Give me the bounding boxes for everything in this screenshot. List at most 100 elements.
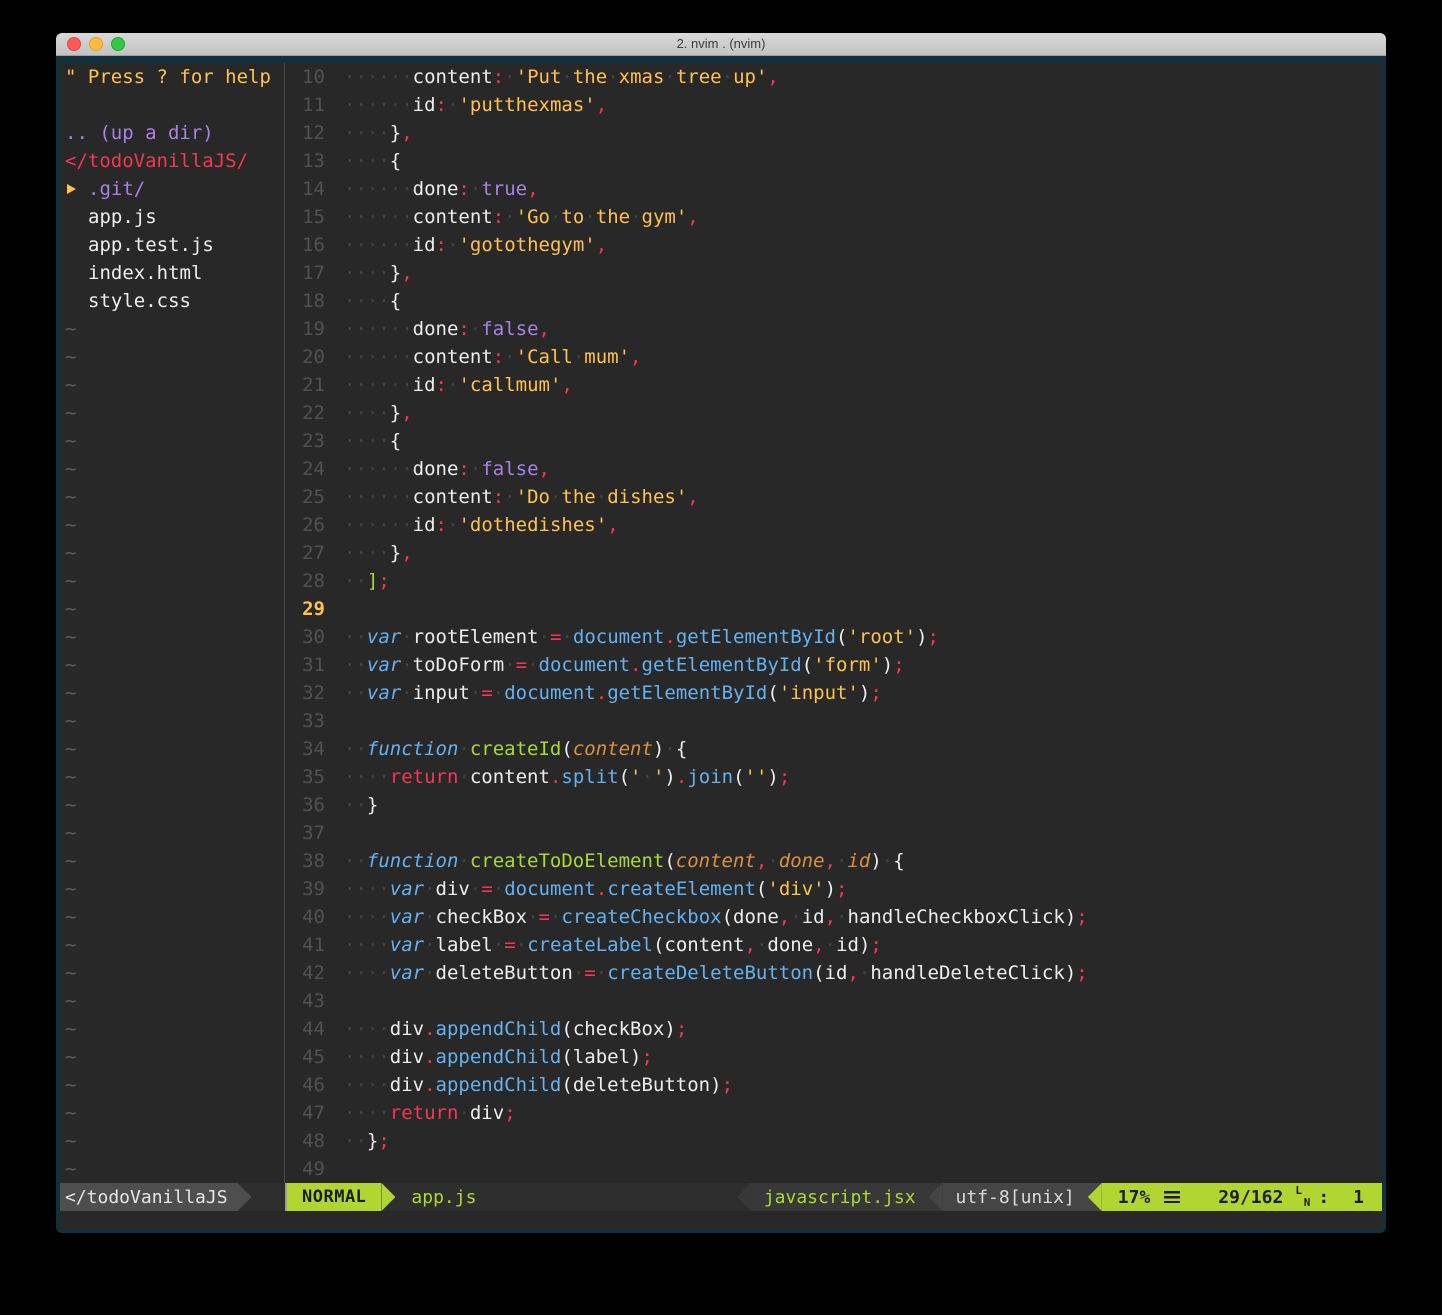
code-text: ····var·div·=·document.createElement('di… (344, 875, 847, 903)
minimize-button[interactable] (89, 37, 103, 51)
code-text: ····return·div; (344, 1099, 516, 1127)
statusline-colon: : (1318, 1187, 1329, 1208)
empty-line-tilde: ~ (60, 735, 284, 763)
line-number: 22 (285, 399, 325, 427)
tree-item-file[interactable]: app.js (60, 203, 284, 231)
code-line[interactable]: 33 (285, 707, 1382, 735)
code-text: ······done:·false, (344, 315, 550, 343)
empty-line-tilde: ~ (60, 1099, 284, 1127)
tree-expand-icon[interactable] (67, 184, 76, 194)
code-text: ······id:·'callmum', (344, 371, 573, 399)
line-number: 39 (285, 875, 325, 903)
code-line[interactable]: 48··}; (285, 1127, 1382, 1155)
line-number: 19 (285, 315, 325, 343)
code-text: ····}, (344, 539, 413, 567)
code-line[interactable]: 15······content:·'Go·to·the·gym', (285, 203, 1382, 231)
tree-item-root[interactable]: </todoVanillaJS/ (60, 147, 284, 175)
code-line[interactable]: 49 (285, 1155, 1382, 1183)
empty-line-tilde: ~ (60, 595, 284, 623)
tree-item-file[interactable]: index.html (60, 259, 284, 287)
powerline-arrow-icon (1088, 1183, 1102, 1211)
statusline-position: 29/162 (1218, 1187, 1283, 1208)
code-line[interactable]: 36··} (285, 791, 1382, 819)
empty-line-tilde: ~ (60, 1015, 284, 1043)
code-line[interactable]: 44····div.appendChild(checkBox); (285, 1015, 1382, 1043)
line-number: 44 (285, 1015, 325, 1043)
line-number: 37 (285, 819, 325, 847)
tree-item-blank (60, 91, 284, 119)
code-text: ····}, (344, 119, 413, 147)
nerdtree-sidebar: " Press ? for help.. (up a dir)</todoVan… (60, 63, 284, 1183)
code-line[interactable]: 35····return·content.split('·').join('')… (285, 763, 1382, 791)
code-line[interactable]: 22····}, (285, 399, 1382, 427)
line-number: 47 (285, 1099, 325, 1127)
empty-line-tilde: ~ (60, 371, 284, 399)
tree-item-updir[interactable]: .. (up a dir) (60, 119, 284, 147)
code-line[interactable]: 23····{ (285, 427, 1382, 455)
line-number: 11 (285, 91, 325, 119)
code-text: ······content:·'Go·to·the·gym', (344, 203, 699, 231)
code-text: ······done:·false, (344, 455, 550, 483)
code-line[interactable]: 46····div.appendChild(deleteButton); (285, 1071, 1382, 1099)
editor-buffer[interactable]: 10······content:·'Put·the·xmas·tree·up',… (285, 63, 1382, 1183)
code-line[interactable]: 41····var·label·=·createLabel(content,·d… (285, 931, 1382, 959)
code-text: ····return·content.split('·').join(''); (344, 763, 790, 791)
line-number: 49 (285, 1155, 325, 1183)
tree-item-file[interactable]: app.test.js (60, 231, 284, 259)
statusline: </todoVanillaJS NORMAL app.js javascript… (60, 1183, 1382, 1211)
line-number: 45 (285, 1043, 325, 1071)
zoom-button[interactable] (111, 37, 125, 51)
code-line[interactable]: 20······content:·'Call·mum', (285, 343, 1382, 371)
empty-line-tilde: ~ (60, 1155, 284, 1183)
statusline-position-segment: 17% 29/162 LN : 1 (1102, 1183, 1382, 1211)
code-line[interactable]: 37 (285, 819, 1382, 847)
code-line[interactable]: 10······content:·'Put·the·xmas·tree·up', (285, 63, 1382, 91)
code-text: ····var·label·=·createLabel(content,·don… (344, 931, 882, 959)
line-number: 12 (285, 119, 325, 147)
code-line[interactable]: 18····{ (285, 287, 1382, 315)
code-line[interactable]: 24 ······done:·false, (285, 455, 1382, 483)
code-text: ··]; (344, 567, 390, 595)
code-line[interactable]: 28··]; (285, 567, 1382, 595)
code-line[interactable]: 29 (285, 595, 1382, 623)
line-number: 31 (285, 651, 325, 679)
line-number: 13 (285, 147, 325, 175)
code-line[interactable]: 43 (285, 987, 1382, 1015)
code-line[interactable]: 14······done:·true, (285, 175, 1382, 203)
line-number: 24 (285, 455, 325, 483)
code-line[interactable]: 34··function·createId(content)·{ (285, 735, 1382, 763)
code-text: ··} (344, 791, 378, 819)
powerline-arrow-icon (238, 1183, 252, 1211)
empty-line-tilde: ~ (60, 875, 284, 903)
code-line[interactable]: 12 ····}, (285, 119, 1382, 147)
statusline-percent: 17% (1118, 1187, 1151, 1208)
code-line[interactable]: 31··var·toDoForm·=·document.getElementBy… (285, 651, 1382, 679)
tree-item-file[interactable]: style.css (60, 287, 284, 315)
code-line[interactable]: 11······id:·'putthexmas', (285, 91, 1382, 119)
code-text: ··function·createId(content)·{ (344, 735, 687, 763)
close-button[interactable] (67, 37, 81, 51)
tree-item-dir[interactable]: .git/ (60, 175, 284, 203)
code-text: ······id:·'gotothegym', (344, 231, 607, 259)
code-line[interactable]: 13····{ (285, 147, 1382, 175)
code-line[interactable]: 40····var·checkBox·=·createCheckbox(done… (285, 903, 1382, 931)
code-line[interactable]: 16······id:·'gotothegym', (285, 231, 1382, 259)
code-line[interactable]: 26······id:·'dothedishes', (285, 511, 1382, 539)
statusline-filename: app.js (411, 1183, 476, 1211)
code-text: ··}; (344, 1127, 390, 1155)
code-line[interactable]: 45····div.appendChild(label); (285, 1043, 1382, 1071)
code-line[interactable]: 21······id:·'callmum', (285, 371, 1382, 399)
code-text: ····{ (344, 287, 401, 315)
code-line[interactable]: 47 ····return·div; (285, 1099, 1382, 1127)
code-text: ······content:·'Do·the·dishes', (344, 483, 699, 511)
code-line[interactable]: 39 ····var·div·=·document.createElement('… (285, 875, 1382, 903)
code-line[interactable]: 19 ······done:·false, (285, 315, 1382, 343)
code-line[interactable]: 32··var·input·=·document.getElementById(… (285, 679, 1382, 707)
code-line[interactable]: 27····}, (285, 539, 1382, 567)
powerline-arrow-icon (381, 1183, 395, 1211)
code-line[interactable]: 17····}, (285, 259, 1382, 287)
code-line[interactable]: 38··function·createToDoElement(content,·… (285, 847, 1382, 875)
code-line[interactable]: 30··var·rootElement·=·document.getElemen… (285, 623, 1382, 651)
code-line[interactable]: 25······content:·'Do·the·dishes', (285, 483, 1382, 511)
code-line[interactable]: 42····var·deleteButton·=·createDeleteBut… (285, 959, 1382, 987)
